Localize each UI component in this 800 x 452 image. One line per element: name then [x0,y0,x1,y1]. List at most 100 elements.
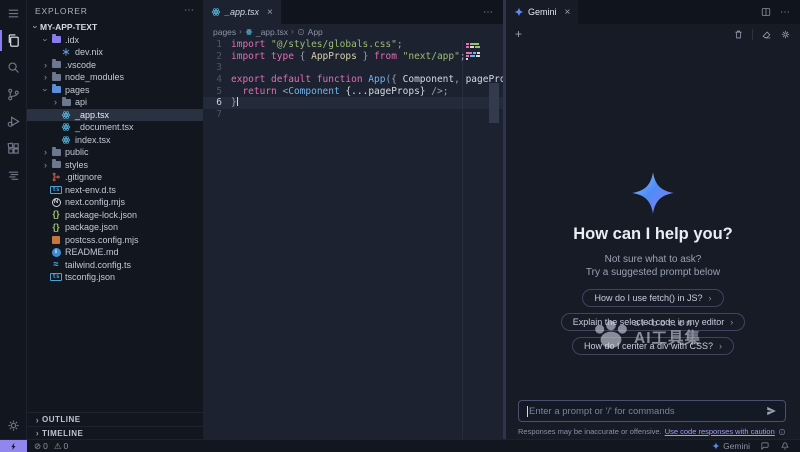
settings-button[interactable] [0,412,26,439]
chevron-right-icon: › [41,160,50,170]
breadcrumb-item[interactable]: pages [213,27,236,37]
list-item[interactable]: ›public [27,146,203,159]
send-icon[interactable] [765,405,777,417]
list-item[interactable]: ≈tailwind.config.ts [27,259,203,272]
explorer-title: EXPLORER [35,6,88,16]
readme-icon: i [50,248,62,257]
suggested-prompt[interactable]: How do I use fetch() in JS?› [582,289,723,307]
git-icon [50,172,62,182]
line-number: 7 [203,109,231,121]
code-line[interactable]: 2import type { AppProps } from "next/app… [203,51,503,63]
code-line[interactable]: 6} [203,97,503,109]
gear-icon[interactable] [780,29,791,40]
list-item[interactable]: ›node_modules [27,71,203,84]
list-item[interactable]: ›pages [27,84,203,97]
section-outline[interactable]: › OUTLINE [27,413,203,426]
suggested-prompt[interactable]: Explain the selected code in my editor› [561,313,746,331]
list-item[interactable]: .gitignore [27,171,203,184]
more-actions-icon[interactable]: ⋯ [483,7,494,18]
react-icon [245,28,253,36]
list-item[interactable]: postcss.config.mjs [27,234,203,247]
prompt-placeholder: Enter a prompt or '/' for commands [529,406,765,417]
sidebar-item-run-debug[interactable] [0,108,26,135]
folder-icon [50,161,62,168]
sidebar-item-extensions[interactable] [0,135,26,162]
prompt-input[interactable]: Enter a prompt or '/' for commands [518,400,786,422]
workbench: EXPLORER ⋯ › MY-APP-TEXT › .idxdev.nix›.v… [0,0,800,439]
file-label: .idx [65,35,79,45]
breadcrumb-item[interactable]: _app.tsx [256,27,288,37]
folder-icon [50,74,62,81]
remote-indicator[interactable] [0,440,27,452]
folder-icon [50,149,62,156]
list-item[interactable]: tstsconfig.json [27,271,203,284]
gemini-body: How can I help you? Not sure what to ask… [506,44,800,396]
split-editor-icon[interactable] [760,6,772,18]
minimap[interactable] [462,39,483,439]
close-icon[interactable]: × [267,7,273,18]
sidebar-item-explorer[interactable] [0,27,26,54]
chevron-right-icon: › [239,27,242,36]
close-icon[interactable]: × [565,7,571,18]
list-item[interactable]: {}package-lock.json [27,209,203,222]
file-label: _app.tsx [75,110,109,120]
section-timeline[interactable]: › TIMELINE [27,426,203,439]
chevron-down-icon: › [41,35,51,44]
search-icon [6,60,21,75]
list-item[interactable]: tsnext-env.d.ts [27,184,203,197]
tailwind-icon: ≈ [50,260,62,269]
chevron-right-icon: › [41,147,50,157]
sidebar-item-search[interactable] [0,54,26,81]
eraser-icon[interactable] [761,29,772,40]
caution-link[interactable]: Use code responses with caution [665,427,775,436]
sidebar-item-source-control[interactable] [0,81,26,108]
tree-root[interactable]: › MY-APP-TEXT [27,21,203,34]
list-item[interactable]: _document.tsx [27,121,203,134]
line-number: 1 [203,39,231,51]
list-item[interactable]: ›styles [27,159,203,172]
list-item[interactable]: iREADME.md [27,246,203,259]
gemini-status[interactable]: Gemini [712,441,750,451]
list-item[interactable]: _app.tsx [27,109,203,122]
menu-icon[interactable] [0,0,26,27]
file-label: _document.tsx [75,122,134,132]
list-item[interactable]: › .idx [27,34,203,47]
tab-gemini[interactable]: Gemini × [506,0,579,24]
more-actions-icon[interactable]: ⋯ [184,5,195,16]
chevron-down-icon: › [31,23,41,32]
code-line[interactable]: 1import "@/styles/globals.css"; [203,39,503,51]
code-line[interactable]: 5 return <Component {...pageProps} />; [203,86,503,98]
code-lines: 1import "@/styles/globals.css";2import t… [203,39,503,121]
sidebar-item-idx[interactable] [0,162,26,189]
problems-status[interactable]: ⊘0 ⚠0 [27,441,68,452]
list-item[interactable]: {}package.json [27,221,203,234]
code-line[interactable]: 3 [203,62,503,74]
chevron-right-icon: › [41,72,50,82]
prompt-area: Enter a prompt or '/' for commands Respo… [506,396,800,439]
gear-icon [6,418,21,433]
list-item[interactable]: ›.vscode [27,59,203,72]
list-item[interactable]: Nnext.config.mjs [27,196,203,209]
line-number: 2 [203,51,231,63]
list-item[interactable]: ›api [27,96,203,109]
editor-tab-bar: _app.tsx × ⋯ [203,0,503,24]
list-item[interactable]: index.tsx [27,134,203,147]
list-item[interactable]: dev.nix [27,46,203,59]
notifications-bell-icon[interactable] [780,441,790,451]
trash-icon[interactable] [733,29,744,40]
info-icon[interactable] [778,428,786,436]
tab-app-tsx[interactable]: _app.tsx × [203,0,282,24]
new-chat-button[interactable]: + [515,27,522,41]
debug-icon [6,114,21,129]
suggested-prompt[interactable]: How do I center a div with CSS?› [572,337,734,355]
chevron-right-icon: › [41,60,50,70]
file-label: api [75,97,87,107]
feedback-icon[interactable] [760,441,770,451]
code-line[interactable]: 7 [203,109,503,121]
code-editor[interactable]: 1import "@/styles/globals.css";2import t… [203,39,503,439]
code-line[interactable]: 4export default function App({ Component… [203,74,503,86]
scrollbar-thumb[interactable] [489,83,499,123]
breadcrumb-item[interactable]: App [308,27,323,37]
panel-tab-bar: Gemini × ⋯ [506,0,800,24]
more-actions-icon[interactable]: ⋯ [780,7,791,18]
